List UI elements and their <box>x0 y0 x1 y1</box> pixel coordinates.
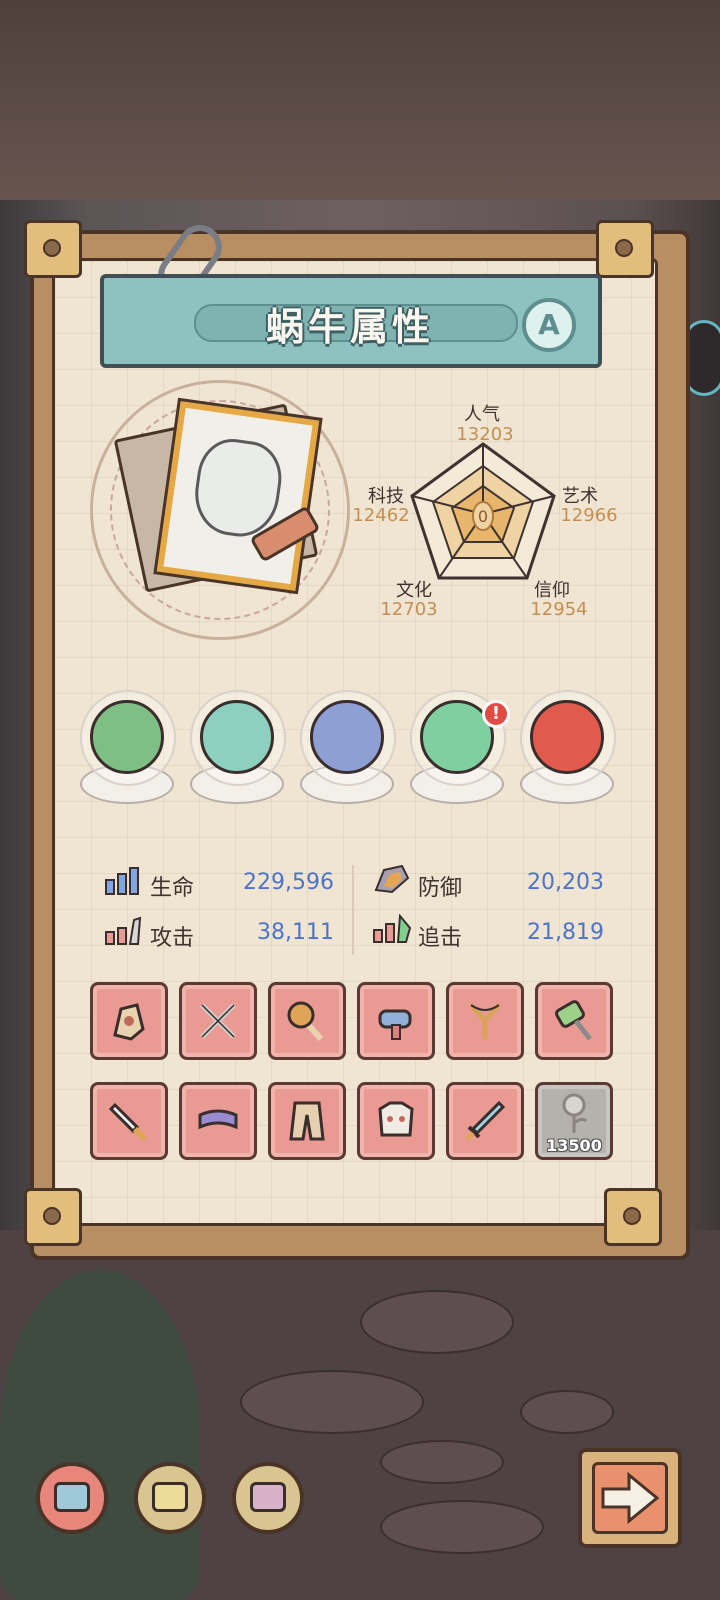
snail-face-yellow-icon <box>152 1482 188 1512</box>
gauntlet-icon <box>113 1003 145 1041</box>
equipment-slot[interactable] <box>446 982 524 1060</box>
snail-face-purple-icon <box>250 1482 286 1512</box>
blaster-icon <box>378 1009 412 1040</box>
chase-bar-icon <box>373 914 412 943</box>
stat-value-chase: 21,819 <box>527 920 604 945</box>
board-corner <box>604 1188 662 1246</box>
equipment-slot[interactable] <box>179 1082 257 1160</box>
crossed-swords-icon <box>200 1003 236 1039</box>
arrow-right-icon <box>601 1471 660 1525</box>
pants-icon <box>289 1101 325 1141</box>
gem-orb-icon <box>200 700 274 774</box>
bush <box>0 1270 200 1600</box>
grade-badge[interactable]: A <box>522 298 576 352</box>
alert-badge: ! <box>482 700 510 728</box>
radar-center-value: 0 <box>478 507 488 526</box>
equipment-slot[interactable] <box>446 1082 524 1160</box>
unlock-cost: 13500 <box>546 1136 602 1155</box>
equipment-slot[interactable] <box>357 1082 435 1160</box>
radar-value-popularity: 13203 <box>456 424 514 445</box>
equipment-slot[interactable] <box>268 982 346 1060</box>
club-icon <box>287 1001 324 1041</box>
radar-value-faith: 12954 <box>530 599 588 620</box>
radar-chart: 0 <box>410 442 556 580</box>
radar-value-culture: 12703 <box>380 599 438 620</box>
equipment-slot-locked[interactable]: 13500 <box>535 1082 613 1160</box>
board-corner <box>596 220 654 278</box>
rose-icon <box>562 1093 588 1133</box>
equipment-slot[interactable] <box>90 1082 168 1160</box>
snail-tab-2[interactable] <box>134 1462 206 1534</box>
compass-icon <box>310 700 384 774</box>
radar-value-tech: 12462 <box>352 505 410 526</box>
equipment-slot[interactable] <box>90 982 168 1060</box>
board-corner <box>24 220 82 278</box>
flame-orb-icon <box>530 700 604 774</box>
dagger-icon <box>108 1102 148 1142</box>
stat-value-defense: 20,203 <box>527 870 604 895</box>
armor-icon <box>378 1101 414 1137</box>
shield-icon <box>374 864 410 894</box>
snail-tab-1[interactable] <box>36 1462 108 1534</box>
stat-label-defense: 防御 <box>418 876 463 901</box>
stat-label-chase: 追击 <box>418 926 463 951</box>
stat-label-hp: 生命 <box>150 876 195 901</box>
hammer-icon <box>555 1000 592 1041</box>
stepping-stone <box>380 1440 504 1484</box>
equipment-slot[interactable] <box>357 982 435 1060</box>
next-button[interactable] <box>578 1448 682 1548</box>
equipment-slot[interactable] <box>535 982 613 1060</box>
stat-divider <box>352 865 354 955</box>
next-button-face <box>592 1462 668 1534</box>
radar-label-popularity: 人气 <box>464 404 500 425</box>
stat-value-attack: 38,111 <box>257 920 334 945</box>
stepping-stone <box>520 1390 614 1434</box>
equipment-slot[interactable] <box>268 1082 346 1160</box>
radar-value-art: 12966 <box>560 505 618 526</box>
hp-bar-icon <box>105 867 139 895</box>
sword-bar-icon <box>105 916 142 945</box>
stat-value-hp: 229,596 <box>243 870 334 895</box>
board-corner <box>24 1188 82 1246</box>
snail-tab-3[interactable] <box>232 1462 304 1534</box>
slingshot-icon <box>469 1003 501 1039</box>
stepping-stone <box>360 1290 514 1354</box>
stepping-stone <box>240 1370 424 1434</box>
stat-label-attack: 攻击 <box>150 926 195 951</box>
sword-icon <box>465 1100 506 1141</box>
vine-orb-icon <box>90 700 164 774</box>
equipment-slot[interactable] <box>179 982 257 1060</box>
background-top <box>0 0 720 230</box>
stepping-stone <box>380 1500 544 1554</box>
snail-face-blue-icon <box>54 1482 90 1512</box>
headband-icon <box>198 1109 238 1130</box>
